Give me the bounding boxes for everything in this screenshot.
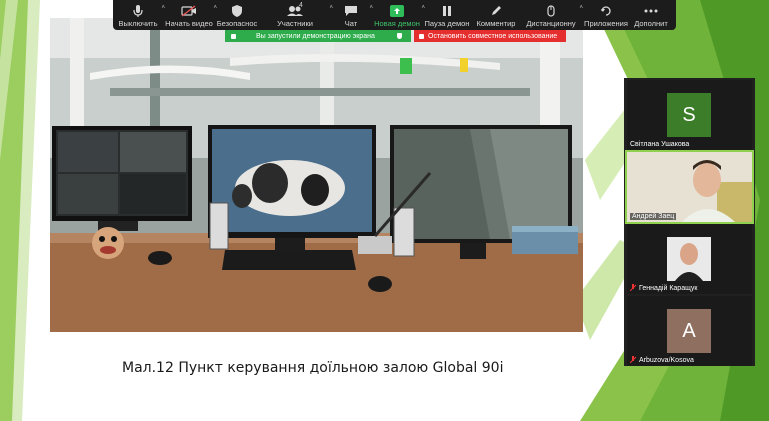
chat-button[interactable]: ˄ Чат xyxy=(331,0,373,30)
participant-video xyxy=(627,152,752,222)
pencil-icon xyxy=(490,3,502,18)
participant-name: Світлана Ушакова xyxy=(630,141,690,148)
meeting-toolbar: ˄ Выключить ˄ Начать видео Безопаснос 4 … xyxy=(113,0,676,30)
mute-button[interactable]: ˄ Выключить xyxy=(113,0,165,30)
more-button[interactable]: Дополнит xyxy=(631,0,671,30)
annotate-button[interactable]: Комментир xyxy=(471,0,521,30)
muted-microphone-icon xyxy=(629,284,637,292)
pause-share-button[interactable]: Пауза демон xyxy=(423,0,471,30)
chat-icon xyxy=(344,3,358,18)
avatar: S xyxy=(667,93,711,137)
apps-icon xyxy=(600,3,612,18)
stop-icon xyxy=(419,33,424,39)
sharing-status: Вы запустили демонстрацию экрана xyxy=(225,30,411,42)
participant-tile[interactable]: S Світлана Ушакова xyxy=(627,80,752,150)
shield-icon xyxy=(231,3,243,18)
screen-share-icon xyxy=(231,33,236,39)
participant-tile[interactable]: Геннадій Каращук xyxy=(627,224,752,294)
more-dots-icon xyxy=(644,3,658,18)
participants-video-panel: S Світлана Ушакова Андрей Заец Геннадій … xyxy=(624,78,755,366)
participant-tile[interactable]: A Arbuzova/Kosova xyxy=(627,296,752,366)
muted-microphone-icon xyxy=(629,356,637,364)
slide-caption: Мал.12 Пункт керування доїльною залою Gl… xyxy=(122,360,504,376)
stop-share-button[interactable]: Остановить совместное использование xyxy=(414,30,566,42)
microphone-icon xyxy=(133,3,143,18)
apps-button[interactable]: Приложения xyxy=(581,0,631,30)
participants-button[interactable]: 4 ˄ Участники xyxy=(259,0,333,30)
new-share-button[interactable]: ˄ Новая демон xyxy=(371,0,425,30)
participant-tile[interactable]: Андрей Заец xyxy=(625,150,754,224)
slide-photo xyxy=(50,18,583,332)
participant-count: 4 xyxy=(299,2,303,9)
avatar: A xyxy=(667,309,711,353)
mouse-icon xyxy=(547,3,555,18)
start-video-button[interactable]: ˄ Начать видео xyxy=(163,0,217,30)
shield-icon xyxy=(396,33,402,39)
remote-control-button[interactable]: ˄ Дистанционну xyxy=(521,0,583,30)
milking-control-room-image xyxy=(50,18,583,332)
avatar xyxy=(667,237,711,281)
share-screen-icon xyxy=(390,3,404,18)
participant-name: Геннадій Каращук xyxy=(639,284,698,292)
participant-name: Arbuzova/Kosova xyxy=(639,356,694,364)
share-status-bar: Вы запустили демонстрацию экрана Останов… xyxy=(225,30,566,42)
security-button[interactable]: Безопаснос xyxy=(215,0,259,30)
pause-icon xyxy=(442,3,452,18)
participant-name: Андрей Заец xyxy=(630,213,677,220)
video-off-icon xyxy=(181,3,197,18)
